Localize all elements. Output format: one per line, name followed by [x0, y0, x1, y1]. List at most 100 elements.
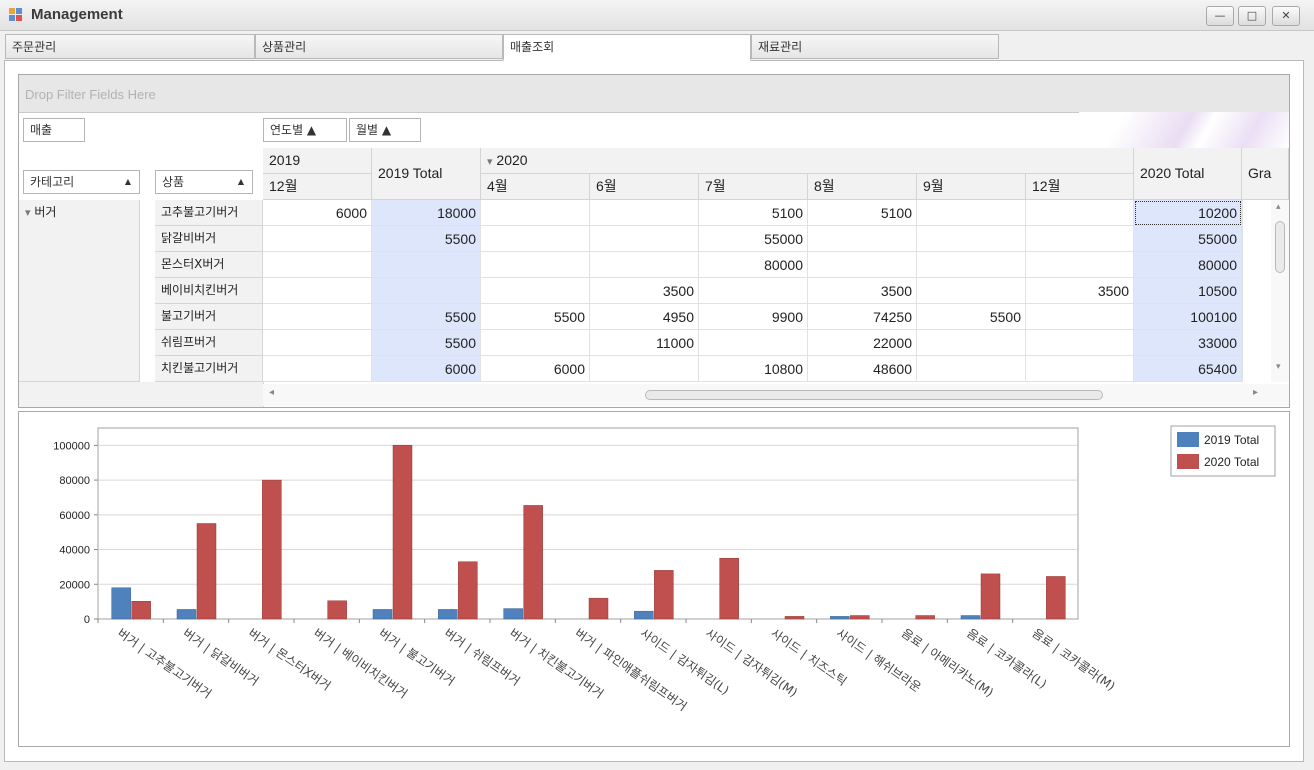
sales-chart-panel: 0 20000 40000 60000 80000 100000 버거 | 고추불고기버거 버…: [18, 411, 1290, 747]
value-cell[interactable]: [590, 226, 699, 252]
value-cell[interactable]: [263, 278, 372, 304]
value-cell[interactable]: 5500: [481, 304, 590, 330]
value-cell[interactable]: 55000: [699, 226, 808, 252]
value-cell[interactable]: [1026, 356, 1134, 382]
value-cell[interactable]: [1026, 304, 1134, 330]
bar-2020: [327, 600, 347, 620]
col-header-2020[interactable]: ▾ 2020: [481, 148, 1134, 174]
value-cell[interactable]: 3500: [1026, 278, 1134, 304]
bar-2019: [372, 609, 393, 620]
tab-product-management[interactable]: 상품관리: [255, 34, 503, 59]
data-field-sales[interactable]: 매출: [23, 118, 85, 142]
row-field-product[interactable]: 상품 ▲: [155, 170, 253, 194]
scroll-left-icon[interactable]: ◂: [269, 387, 274, 398]
value-cell[interactable]: 4950: [590, 304, 699, 330]
value-cell[interactable]: 5100: [808, 200, 917, 226]
horizontal-scroll-thumb[interactable]: [645, 390, 1103, 400]
value-cell[interactable]: [917, 278, 1026, 304]
value-cell[interactable]: [263, 226, 372, 252]
tab-ingredient-management[interactable]: 재료관리: [751, 34, 999, 59]
vertical-scrollbar[interactable]: ▴ ▾: [1271, 200, 1289, 382]
value-cell[interactable]: 6000: [481, 356, 590, 382]
value-cell[interactable]: [481, 278, 590, 304]
total-cell[interactable]: 10200: [1134, 200, 1242, 226]
row-field-category-label: 카테고리: [30, 175, 75, 189]
collapse-2020-icon[interactable]: ▾: [487, 156, 493, 168]
horizontal-scrollbar[interactable]: ◂ ▸: [263, 384, 1289, 406]
maximize-button[interactable]: □: [1238, 6, 1266, 26]
value-cell[interactable]: [808, 252, 917, 278]
value-cell[interactable]: 3500: [808, 278, 917, 304]
scroll-down-icon[interactable]: ▾: [1276, 362, 1281, 372]
col-header-2019: 2019: [263, 148, 372, 174]
value-cell[interactable]: [917, 252, 1026, 278]
value-cell[interactable]: 74250: [808, 304, 917, 330]
value-cell[interactable]: [481, 226, 590, 252]
row-header-category-burger[interactable]: ▾ 버거: [19, 200, 140, 382]
total-cell[interactable]: 5500: [372, 330, 481, 356]
value-cell[interactable]: 3500: [590, 278, 699, 304]
value-cell[interactable]: 5100: [699, 200, 808, 226]
value-cell[interactable]: [263, 252, 372, 278]
col-header-grand-total: Gra: [1242, 148, 1289, 200]
value-cell[interactable]: [917, 226, 1026, 252]
tab-order-management[interactable]: 주문관리: [5, 34, 255, 59]
total-cell[interactable]: 55000: [1134, 226, 1242, 252]
col-field-month[interactable]: 월별 ▲: [349, 118, 421, 142]
value-cell[interactable]: 5500: [917, 304, 1026, 330]
value-cell[interactable]: [481, 252, 590, 278]
value-cell[interactable]: 11000: [590, 330, 699, 356]
value-cell[interactable]: [1026, 226, 1134, 252]
total-cell[interactable]: 18000: [372, 200, 481, 226]
grand-total-column: [1242, 200, 1272, 382]
value-cell[interactable]: [1026, 252, 1134, 278]
vertical-scroll-thumb[interactable]: [1275, 221, 1285, 273]
collapse-category-icon[interactable]: ▾: [25, 206, 31, 219]
total-cell[interactable]: 65400: [1134, 356, 1242, 382]
scroll-up-icon[interactable]: ▴: [1276, 202, 1281, 212]
value-cell[interactable]: [263, 304, 372, 330]
total-cell[interactable]: 10500: [1134, 278, 1242, 304]
value-cell[interactable]: [917, 330, 1026, 356]
value-cell[interactable]: [590, 356, 699, 382]
value-cell[interactable]: [699, 330, 808, 356]
col-header-month: 12월: [1026, 174, 1134, 200]
filter-drop-area[interactable]: Drop Filter Fields Here: [19, 75, 1289, 113]
value-cell[interactable]: [917, 356, 1026, 382]
value-cell[interactable]: [590, 200, 699, 226]
total-cell[interactable]: 6000: [372, 356, 481, 382]
bar-2019: [503, 608, 523, 620]
value-cell[interactable]: 10800: [699, 356, 808, 382]
value-cell[interactable]: [263, 356, 372, 382]
value-cell[interactable]: [1026, 330, 1134, 356]
total-cell[interactable]: [372, 278, 481, 304]
row-field-category[interactable]: 카테고리 ▲: [23, 170, 140, 194]
total-cell[interactable]: 33000: [1134, 330, 1242, 356]
value-cell[interactable]: [1026, 200, 1134, 226]
total-cell[interactable]: 5500: [372, 304, 481, 330]
value-cell[interactable]: [917, 200, 1026, 226]
col-field-year[interactable]: 연도별 ▲: [263, 118, 347, 142]
close-button[interactable]: ✕: [1272, 6, 1300, 26]
value-cell[interactable]: 22000: [808, 330, 917, 356]
value-cell[interactable]: [699, 278, 808, 304]
value-cell[interactable]: 6000: [263, 200, 372, 226]
value-cell[interactable]: 9900: [699, 304, 808, 330]
total-cell[interactable]: 100100: [1134, 304, 1242, 330]
total-cell[interactable]: 80000: [1134, 252, 1242, 278]
x-tick-label: 버거 | 파인애플쉬림프버거: [572, 626, 689, 714]
value-cell[interactable]: [481, 200, 590, 226]
value-cell[interactable]: 80000: [699, 252, 808, 278]
value-cell[interactable]: 48600: [808, 356, 917, 382]
bar-2020: [392, 444, 413, 620]
tab-sales-inquiry[interactable]: 매출조회: [503, 34, 751, 61]
total-cell[interactable]: 5500: [372, 226, 481, 252]
value-cell[interactable]: [481, 330, 590, 356]
scroll-right-icon[interactable]: ▸: [1253, 387, 1258, 398]
value-cell[interactable]: [590, 252, 699, 278]
total-cell[interactable]: [372, 252, 481, 278]
legend-label: 2020 Total: [1204, 455, 1259, 469]
value-cell[interactable]: [263, 330, 372, 356]
value-cell[interactable]: [808, 226, 917, 252]
minimize-button[interactable]: —: [1206, 6, 1234, 26]
